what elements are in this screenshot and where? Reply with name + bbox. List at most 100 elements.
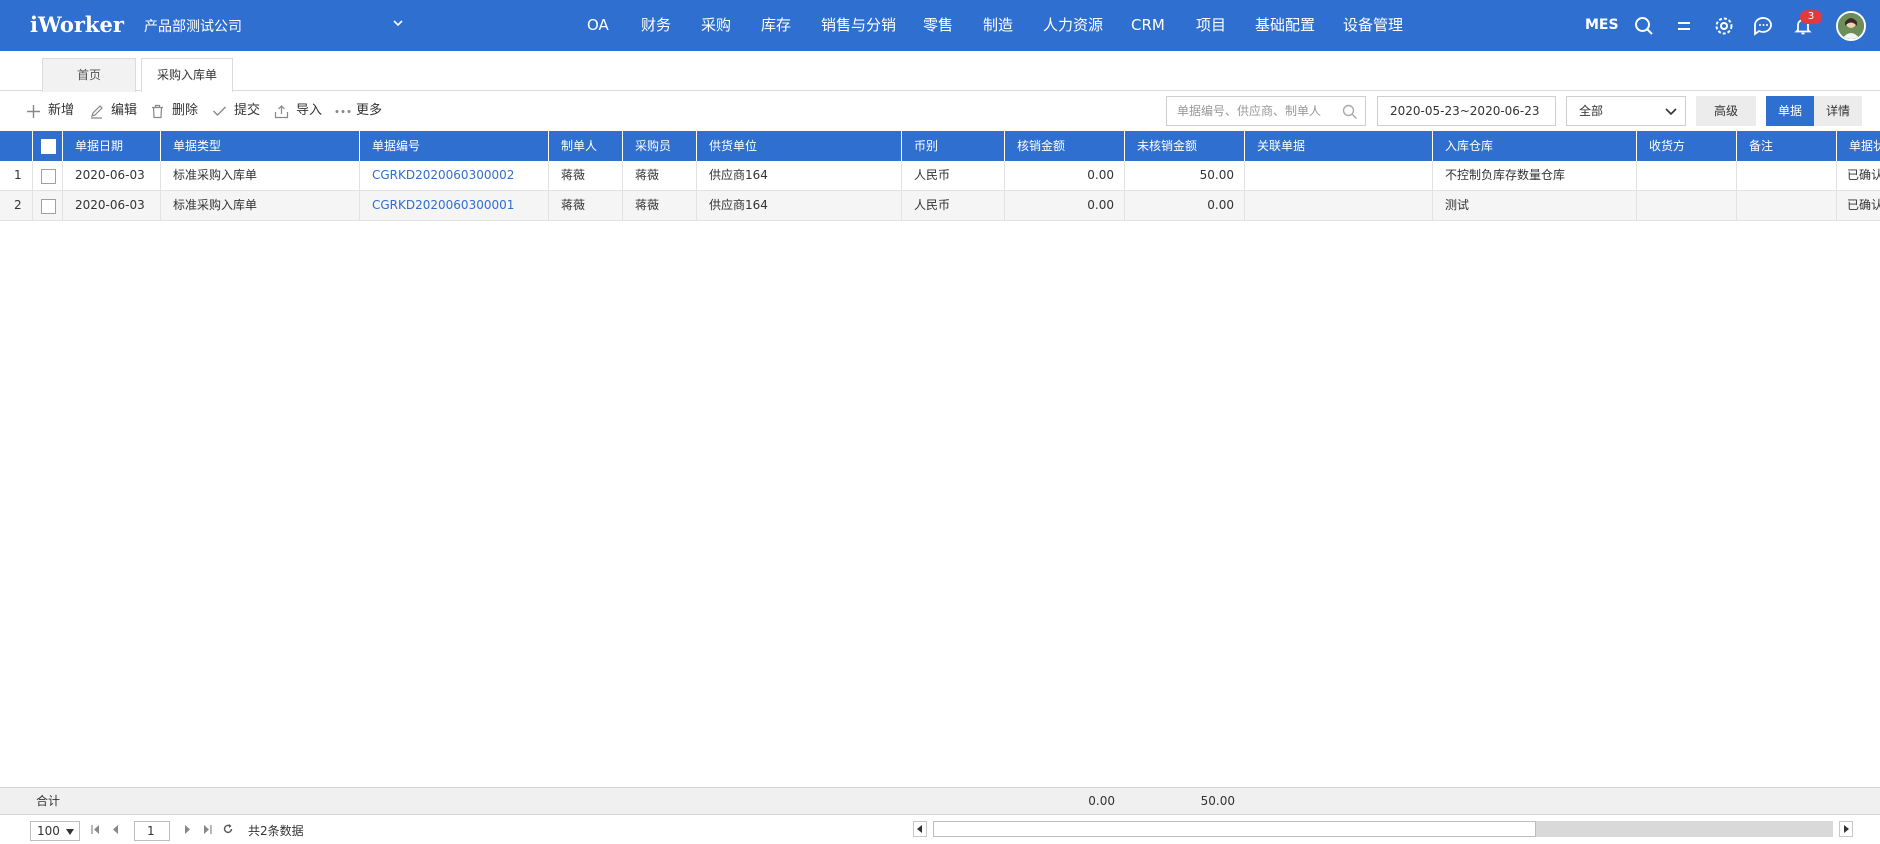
col-date[interactable]: 单据日期 [63, 131, 161, 161]
nav-inventory[interactable]: 库存 [761, 0, 791, 51]
page-size-value: 100 [37, 824, 60, 838]
cell-warehouse: 不控制负库存数量仓库 [1433, 161, 1637, 190]
plus-icon [27, 105, 40, 118]
user-avatar[interactable] [1836, 11, 1866, 41]
row-select-cell [33, 161, 63, 190]
nav-equipment[interactable]: 设备管理 [1343, 0, 1403, 51]
refresh-icon[interactable] [223, 824, 233, 834]
chat-icon[interactable] [1752, 15, 1774, 37]
first-page-icon[interactable] [91, 825, 100, 834]
view-document-button[interactable]: 单据 [1766, 96, 1814, 126]
advanced-search-button[interactable]: 高级 [1696, 96, 1756, 126]
col-receiver[interactable]: 收货方 [1637, 131, 1737, 161]
horizontal-scrollbar[interactable] [913, 821, 1853, 837]
cell-buyer: 蒋薇 [623, 161, 697, 190]
date-range-field[interactable]: 2020-05-23~2020-06-23 [1377, 96, 1556, 126]
table-row[interactable]: 1 2020-06-03 标准采购入库单 CGRKD2020060300002 … [0, 161, 1880, 191]
col-supplier[interactable]: 供货单位 [697, 131, 902, 161]
nav-crm[interactable]: CRM [1131, 0, 1165, 51]
scroll-left-icon [917, 825, 922, 833]
cell-receiver [1637, 161, 1737, 190]
header-rownum [0, 131, 33, 161]
tab-purchase-inbound[interactable]: 采购入库单 [141, 58, 233, 92]
col-unwritten-off[interactable]: 未核销金额 [1125, 131, 1245, 161]
more-button[interactable]: 更多 [334, 101, 388, 121]
import-label: 导入 [296, 103, 323, 118]
cell-maker: 蒋薇 [549, 161, 623, 190]
col-type[interactable]: 单据类型 [161, 131, 360, 161]
notification-badge: 3 [1800, 10, 1822, 24]
col-related[interactable]: 关联单据 [1245, 131, 1433, 161]
chevron-down-icon[interactable] [392, 17, 404, 29]
cell-status: 已确认 [1847, 198, 1880, 212]
search-icon[interactable] [1633, 15, 1655, 37]
col-warehouse[interactable]: 入库仓库 [1433, 131, 1637, 161]
scroll-right-button[interactable] [1839, 821, 1853, 837]
cell-code-link[interactable]: CGRKD2020060300002 [360, 161, 549, 190]
select-all-checkbox[interactable] [41, 139, 56, 154]
check-icon [213, 106, 226, 116]
nav-manufacturing[interactable]: 制造 [983, 0, 1013, 51]
page-size-select[interactable]: 100 [30, 821, 80, 841]
nav-finance[interactable]: 财务 [641, 0, 671, 51]
row-checkbox[interactable] [41, 169, 56, 184]
gear-icon[interactable] [1713, 15, 1735, 37]
view-detail-button[interactable]: 详情 [1814, 96, 1862, 126]
col-buyer[interactable]: 采购员 [623, 131, 697, 161]
menu-icon[interactable] [1673, 15, 1695, 37]
search-input[interactable] [1167, 97, 1337, 125]
page-tabs: 首页 采购入库单 [0, 51, 1880, 92]
nav-retail[interactable]: 零售 [923, 0, 953, 51]
row-select-cell [33, 191, 63, 220]
col-written-off[interactable]: 核销金额 [1005, 131, 1125, 161]
scrollbar-thumb[interactable] [933, 821, 1536, 837]
current-page-input[interactable]: 1 [134, 821, 170, 841]
table-row[interactable]: 2 2020-06-03 标准采购入库单 CGRKD2020060300001 … [0, 191, 1880, 221]
summary-row: 合计 0.00 50.00 [0, 787, 1880, 815]
scroll-left-button[interactable] [913, 821, 927, 837]
row-checkbox[interactable] [41, 199, 56, 214]
cell-code-link[interactable]: CGRKD2020060300001 [360, 191, 549, 220]
search-field[interactable] [1166, 96, 1366, 126]
col-maker[interactable]: 制单人 [549, 131, 623, 161]
import-button[interactable]: 导入 [274, 101, 324, 121]
table-header: 单据日期 单据类型 单据编号 制单人 采购员 供货单位 币别 核销金额 未核销金… [0, 131, 1880, 161]
new-button[interactable]: 新增 [26, 101, 76, 121]
nav-hr[interactable]: 人力资源 [1043, 0, 1103, 51]
next-page-icon[interactable] [183, 825, 192, 834]
cell-date: 2020-06-03 [63, 191, 161, 220]
tab-home[interactable]: 首页 [42, 58, 136, 92]
pagination-bar: 100 1 共2条数据 [0, 815, 1880, 844]
col-status[interactable]: 单据状态 [1837, 131, 1880, 161]
nav-purchase[interactable]: 采购 [701, 0, 731, 51]
nav-base-config[interactable]: 基础配置 [1255, 0, 1315, 51]
import-icon [274, 105, 289, 119]
edit-button[interactable]: 编辑 [89, 101, 139, 121]
company-selector[interactable]: 产品部测试公司 [144, 16, 242, 36]
cell-supplier: 供应商164 [697, 161, 902, 190]
more-label: 更多 [356, 103, 383, 118]
delete-button[interactable]: 删除 [150, 101, 200, 121]
row-number: 1 [0, 161, 33, 190]
app-logo[interactable]: iWorker [30, 12, 124, 37]
search-icon[interactable] [1342, 104, 1358, 120]
status-filter-select[interactable]: 全部 [1566, 96, 1686, 126]
summary-written-off: 0.00 [1088, 794, 1115, 808]
more-dots-icon [335, 110, 351, 113]
col-currency[interactable]: 币别 [902, 131, 1005, 161]
summary-unwritten-off: 50.00 [1200, 794, 1235, 808]
mes-link[interactable]: MES [1585, 0, 1619, 51]
nav-oa[interactable]: OA [587, 0, 609, 51]
col-remark[interactable]: 备注 [1737, 131, 1837, 161]
caret-down-icon [66, 829, 74, 835]
nav-project[interactable]: 项目 [1196, 0, 1226, 51]
nav-sales-distribution[interactable]: 销售与分销 [821, 0, 896, 51]
header-select-all [33, 131, 63, 161]
scrollbar-track[interactable] [933, 821, 1833, 837]
cell-status: 已确认 [1847, 168, 1880, 182]
submit-button[interactable]: 提交 [212, 101, 262, 121]
last-page-icon[interactable] [203, 825, 212, 834]
prev-page-icon[interactable] [111, 825, 120, 834]
col-code[interactable]: 单据编号 [360, 131, 549, 161]
cell-supplier: 供应商164 [697, 191, 902, 220]
